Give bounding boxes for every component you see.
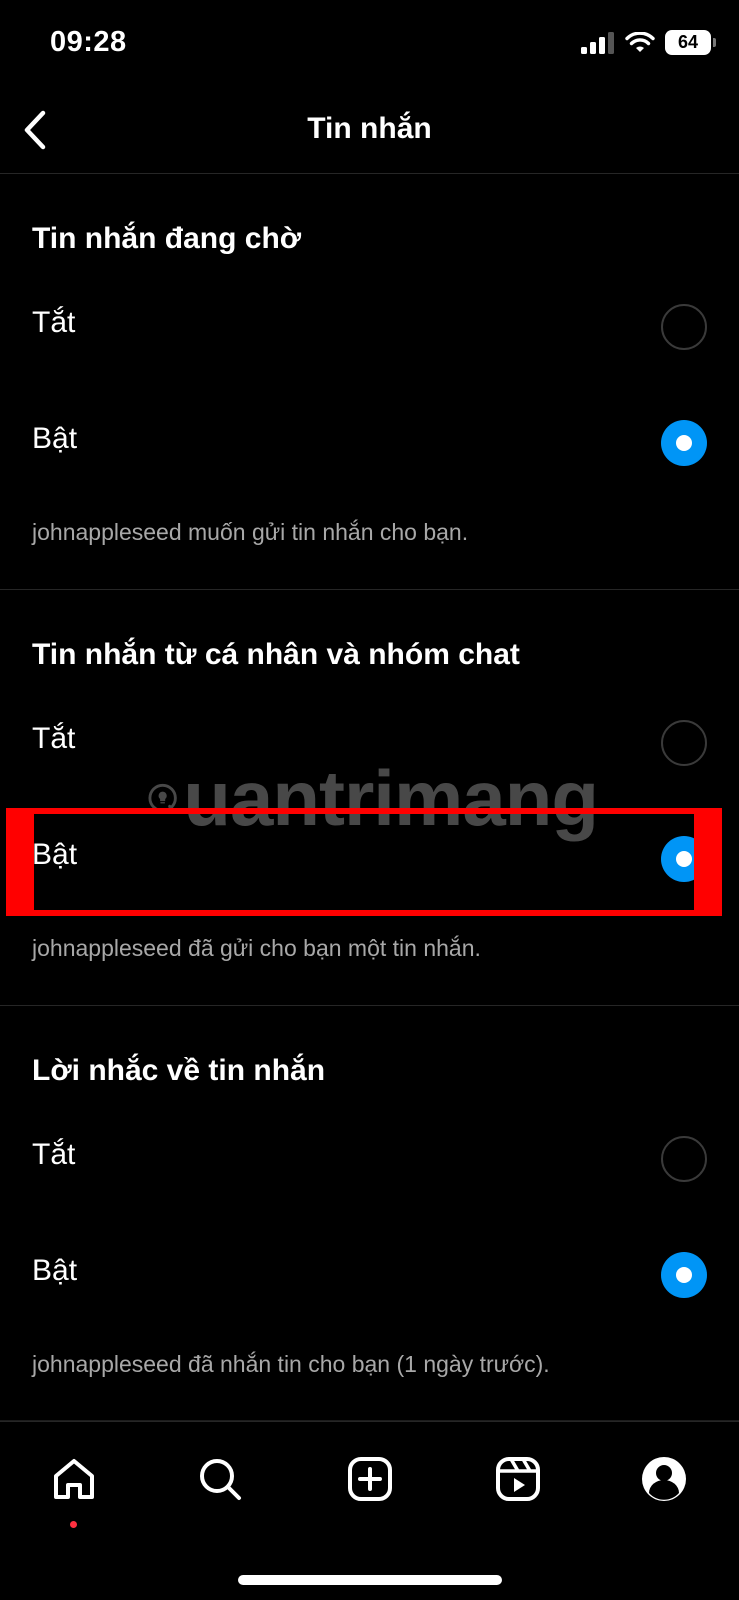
option-label: Bật (32, 422, 78, 455)
option-off[interactable]: Tắt (0, 1118, 739, 1200)
search-icon (200, 1459, 241, 1500)
home-icon (54, 1459, 94, 1499)
battery-icon: 64 (665, 30, 716, 55)
section-title: Lời nhắc về tin nhắn (32, 1054, 326, 1087)
radio-button-off[interactable] (661, 720, 707, 766)
tab-search[interactable] (190, 1449, 250, 1509)
tab-bar (0, 1420, 739, 1600)
page-title: Tin nhắn (307, 112, 432, 145)
tab-reels[interactable] (488, 1449, 548, 1509)
signal-icon (581, 31, 614, 54)
option-label: Tắt (32, 1138, 76, 1171)
option-label: Bật (32, 1254, 78, 1287)
section-message-reminders: Lời nhắc về tin nhắn Tắt Bật johnapplese… (0, 1006, 739, 1422)
watermark: uantrimang (148, 748, 599, 848)
radio-button-selected[interactable] (661, 1252, 707, 1298)
wifi-icon (625, 31, 655, 52)
option-off[interactable]: Tắt (0, 286, 739, 368)
reels-icon (496, 1457, 540, 1501)
radio-button-selected[interactable] (661, 836, 707, 882)
profile-icon (642, 1457, 686, 1501)
create-icon (348, 1457, 392, 1501)
section-pending-messages: Tin nhắn đang chờ Tắt Bật johnappleseed … (0, 174, 739, 590)
option-label: Tắt (32, 306, 76, 339)
option-description: johnappleseed đã nhắn tin cho bạn (1 ngà… (32, 1351, 550, 1377)
tab-home[interactable] (44, 1449, 104, 1509)
option-on[interactable]: Bật (0, 1234, 739, 1316)
radio-button-off[interactable] (661, 304, 707, 350)
section-title: Tin nhắn đang chờ (32, 222, 302, 255)
status-icons: 64 (581, 30, 716, 55)
option-label: Tắt (32, 722, 76, 755)
nav-header: Tin nhắn (0, 92, 739, 174)
notification-dot (70, 1521, 77, 1528)
lightbulb-logo-icon (148, 783, 177, 813)
tab-create[interactable] (340, 1449, 400, 1509)
watermark-text: uantrimang (183, 753, 599, 842)
status-time: 09:28 (50, 26, 127, 58)
option-label: Bật (32, 838, 78, 871)
option-on[interactable]: Bật (0, 402, 739, 484)
radio-button-selected[interactable] (661, 420, 707, 466)
option-description: johnappleseed muốn gửi tin nhắn cho bạn. (32, 519, 469, 545)
radio-button-off[interactable] (661, 1136, 707, 1182)
option-description: johnappleseed đã gửi cho bạn một tin nhắ… (32, 935, 481, 961)
section-title: Tin nhắn từ cá nhân và nhóm chat (32, 638, 520, 671)
status-bar: 09:28 64 (0, 0, 739, 92)
home-indicator (238, 1575, 502, 1585)
tab-profile[interactable] (634, 1449, 694, 1509)
